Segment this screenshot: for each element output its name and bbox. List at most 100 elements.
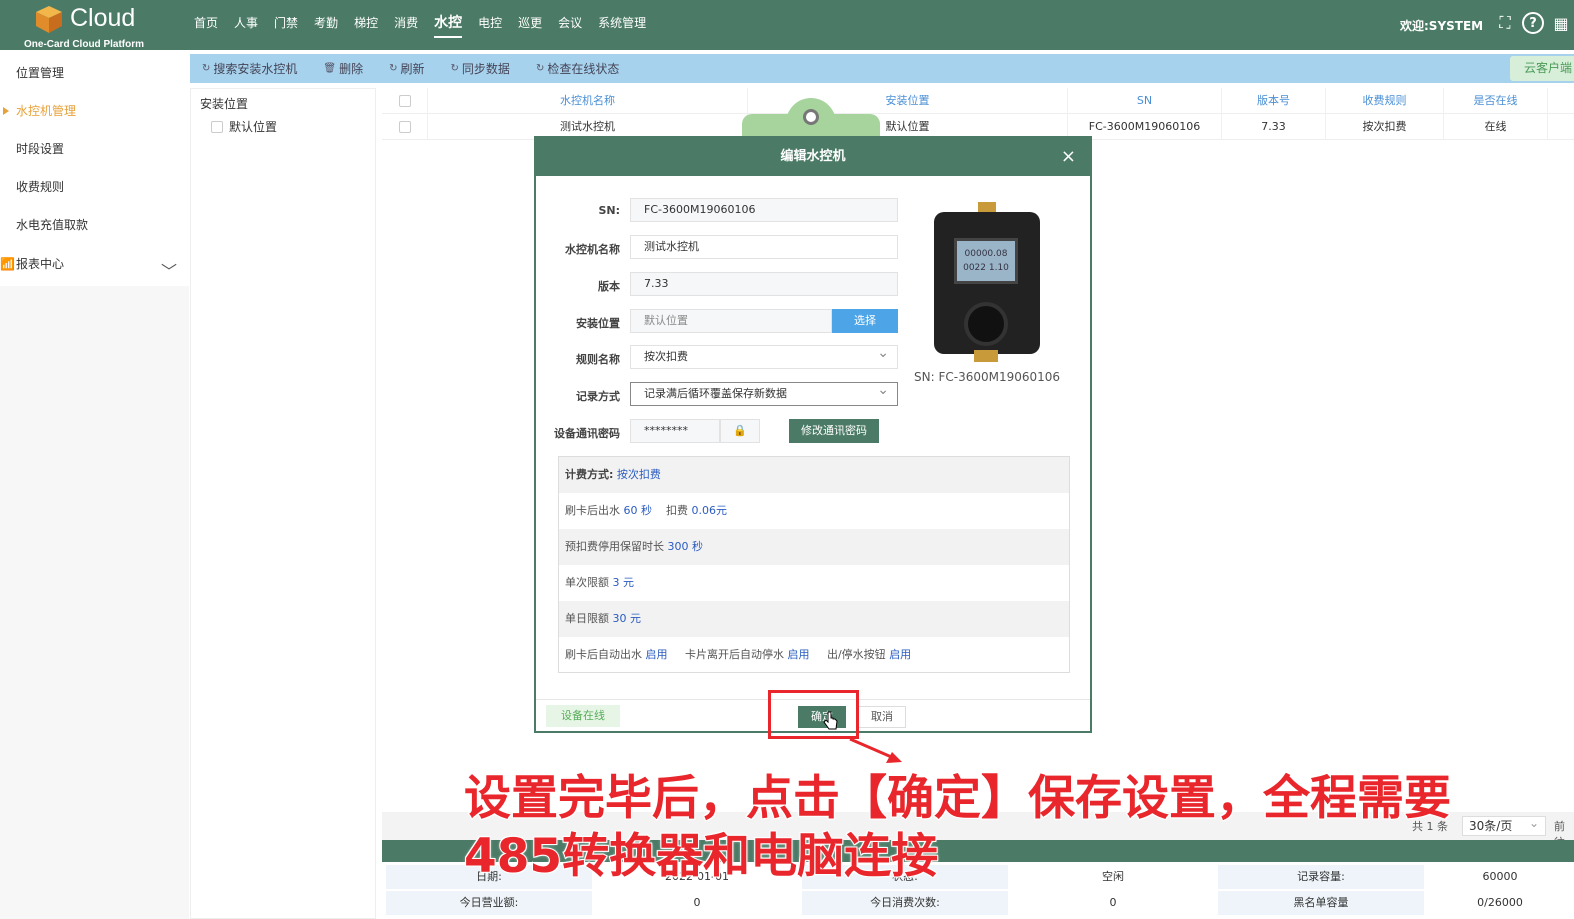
nav-home[interactable]: 首页 (186, 0, 226, 50)
stat-count-value: 0 (1109, 896, 1117, 909)
rule-label: 规则名称 (576, 353, 620, 366)
sidebar-item-timeslot[interactable]: 时段设置 (0, 132, 189, 166)
rule-mode-value: 按次扣费 (616, 468, 661, 481)
rule-row-retain: 预扣费停用保留时长 300 秒 (559, 529, 1069, 565)
sidebar-item-reports[interactable]: 📶 报表中心 ﹀ (0, 247, 189, 281)
highlight-box (768, 690, 859, 739)
toolbar: ↻ 搜索安装水控机 🗑 删除 ↻ 刷新 ↻ 同步数据 ↻ 检查在线状态 云客户端 (190, 54, 1574, 83)
delete-button[interactable]: 🗑 删除 (323, 60, 363, 77)
rule-label: 扣费 (666, 504, 688, 517)
sn-field[interactable]: FC-3600M19060106 (630, 198, 898, 222)
nav-electric[interactable]: 电控 (470, 0, 510, 50)
cloud-client-button[interactable]: 云客户端 (1510, 56, 1574, 81)
device-screen-line: 0022 1.10 (963, 263, 1009, 273)
tree-node-default[interactable]: 默认位置 (211, 118, 277, 135)
sidebar-item-fee-rules[interactable]: 收费规则 (0, 170, 189, 204)
nav-elevator[interactable]: 梯控 (346, 0, 386, 50)
device-image: 00000.08 0022 1.10 (928, 202, 1048, 372)
col-online[interactable]: 是否在线 (1444, 88, 1548, 114)
dialog-header: 编辑水控机 × (536, 138, 1090, 176)
fee-rule-details: 计费方式: 按次扣费 刷卡后出水 60 秒 扣费 0.06元 预扣费停用保留时长… (558, 456, 1070, 673)
nav-meeting[interactable]: 会议 (550, 0, 590, 50)
sidebar: 位置管理 水控机管理 时段设置 收费规则 水电充值取款 📶 报表中心 ﹀ (0, 53, 189, 919)
stat-revenue-label: 今日营业额: (386, 891, 592, 915)
password-field[interactable]: ******** (630, 419, 720, 443)
sidebar-item-recharge[interactable]: 水电充值取款 (0, 208, 189, 242)
location-field[interactable]: 默认位置 (630, 309, 832, 333)
rule-label: 单次限额 (565, 576, 609, 589)
dialog-title: 编辑水控机 (780, 149, 846, 164)
clipboard-clip-decoration (742, 98, 880, 138)
welcome-text: 欢迎:SYSTEM (1400, 19, 1484, 33)
device-online-badge: 设备在线 (546, 705, 620, 727)
select-all-checkbox[interactable] (398, 95, 411, 107)
chart-icon: 📶 (0, 257, 15, 271)
rule-row-single-limit: 单次限额 3 元 (559, 565, 1069, 601)
search-installed-button[interactable]: ↻ 搜索安装水控机 (202, 60, 297, 77)
page-size-select[interactable]: 30条/页 (1462, 814, 1546, 836)
location-label: 安装位置 (576, 317, 620, 330)
nav-patrol[interactable]: 巡更 (510, 0, 550, 50)
close-icon[interactable]: × (1061, 138, 1076, 176)
stat-count-label: 今日消费次数: (802, 891, 1008, 915)
change-password-button[interactable]: 修改通讯密码 (789, 419, 879, 443)
rule-value: 30 元 (612, 612, 642, 625)
rule-select[interactable]: 按次扣费 (630, 342, 898, 369)
help-icon[interactable]: ? (1522, 12, 1544, 34)
col-fee-rule[interactable]: 收费规则 (1326, 88, 1444, 114)
rule-label: 刷卡后自动出水 (565, 648, 642, 661)
refresh-icon: ↻ (450, 63, 459, 74)
col-sn[interactable]: SN (1068, 88, 1222, 114)
device-sn-caption: SN: FC-3600M19060106 (914, 370, 1061, 384)
button-label: 搜索安装水控机 (213, 62, 298, 76)
rule-row-daily-limit: 单日限额 30 元 (559, 601, 1069, 637)
row-checkbox[interactable] (398, 121, 411, 133)
nav-hr[interactable]: 人事 (226, 0, 266, 50)
password-label: 设备通讯密码 (554, 427, 620, 440)
record-mode-select[interactable]: 记录满后循环覆盖保存新数据 (630, 379, 898, 406)
sidebar-item-water-controller[interactable]: 水控机管理 (0, 94, 189, 128)
sidebar-item-location[interactable]: 位置管理 (0, 56, 189, 90)
cancel-button[interactable]: 取消 (858, 706, 906, 728)
rule-mode-label: 计费方式: (565, 468, 614, 481)
cell-version: 7.33 (1222, 114, 1326, 140)
button-label: 删除 (339, 62, 364, 76)
col-version[interactable]: 版本号 (1222, 88, 1326, 114)
nav-access[interactable]: 门禁 (266, 0, 306, 50)
rule-value: 300 秒 (667, 540, 704, 553)
refresh-button[interactable]: ↻ 刷新 (389, 60, 424, 77)
sync-data-button[interactable]: ↻ 同步数据 (451, 60, 510, 77)
checkbox[interactable] (211, 120, 223, 133)
clip-hole (803, 109, 819, 125)
rule-row-mode: 计费方式: 按次扣费 (559, 457, 1069, 493)
lock-icon[interactable]: 🔒 (720, 419, 760, 443)
caption-line-2: 485转换器和电脑连接 (463, 828, 939, 885)
nav-consume[interactable]: 消费 (386, 0, 426, 50)
trash-icon: 🗑 (323, 63, 337, 74)
brand-subtitle: One-Card Cloud Platform (24, 39, 145, 50)
check-online-button[interactable]: ↻ 检查在线状态 (536, 60, 619, 77)
logo[interactable]: Cloud One-Card Cloud Platform (22, 2, 172, 50)
nav-system[interactable]: 系统管理 (590, 0, 654, 50)
tree-node-label: 默认位置 (229, 120, 278, 134)
name-field[interactable]: 测试水控机 (630, 235, 898, 259)
rule-row-water: 刷卡后出水 60 秒 扣费 0.06元 (559, 493, 1069, 529)
select-location-button[interactable]: 选择 (832, 309, 898, 333)
tree-title: 安装位置 (200, 97, 249, 111)
version-field[interactable]: 7.33 (630, 272, 898, 296)
cube-logo-icon (36, 6, 62, 33)
rule-value: 60 秒 (623, 504, 653, 517)
qrcode-icon[interactable]: ▦ (1550, 12, 1572, 34)
cell-online: 在线 (1444, 114, 1548, 140)
col-name[interactable]: 水控机名称 (428, 88, 748, 114)
nav-water[interactable]: 水控 (426, 0, 470, 50)
version-label: 版本 (598, 280, 620, 293)
edit-controller-dialog: 编辑水控机 × SN: FC-3600M19060106 水控机名称 测试水控机… (534, 136, 1092, 733)
rule-value: 3 元 (612, 576, 635, 589)
tutorial-caption: 设置完毕后，点击【确定】保存设置，全程需要 485转换器和电脑连接 (463, 770, 1452, 886)
fullscreen-icon[interactable]: ⛶ (1494, 12, 1516, 34)
nav-attendance[interactable]: 考勤 (306, 0, 346, 50)
rule-value: 启用 (787, 648, 810, 661)
stat-blacklist-label: 黑名单容量 (1218, 891, 1424, 915)
top-bar: Cloud One-Card Cloud Platform 首页 人事 门禁 考… (0, 0, 1574, 50)
